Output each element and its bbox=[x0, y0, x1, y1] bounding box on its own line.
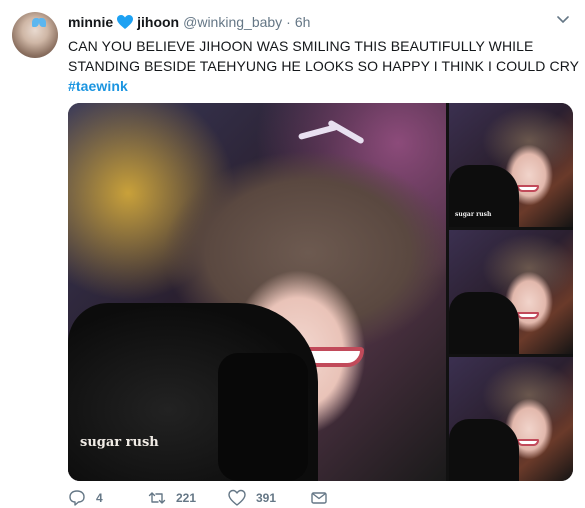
lens-shape bbox=[218, 353, 308, 481]
display-name[interactable]: minnie bbox=[68, 14, 113, 30]
camera-shape bbox=[449, 419, 519, 481]
tweet-text-line: STANDING BESIDE TAEHYUNG HE LOOKS SO HAP… bbox=[68, 58, 580, 74]
tweet-text: CAN YOU BELIEVE JIHOON WAS SMILING THIS … bbox=[68, 36, 580, 96]
user-handle[interactable]: @winking_baby bbox=[183, 14, 282, 30]
timestamp[interactable]: 6h bbox=[295, 14, 311, 30]
hashtag-link[interactable]: #taewink bbox=[68, 76, 568, 96]
heart-outline-icon bbox=[228, 489, 246, 506]
ribbon-shape bbox=[298, 121, 368, 151]
thumbnail-photo[interactable] bbox=[449, 230, 573, 354]
smile-shape bbox=[517, 185, 539, 192]
reply-count: 4 bbox=[96, 491, 103, 505]
retweet-button[interactable]: 221 bbox=[148, 488, 196, 508]
tweet-header: minnie jihoon @winking_baby · 6h bbox=[68, 12, 310, 32]
thumbnail-photo[interactable] bbox=[449, 357, 573, 481]
reply-button[interactable]: 4 bbox=[68, 488, 103, 508]
media-grid: sugar rush sugar rush bbox=[68, 103, 573, 481]
retweet-count: 221 bbox=[176, 491, 197, 505]
thumbnail-photo[interactable]: sugar rush bbox=[449, 103, 573, 227]
smile-shape bbox=[517, 439, 539, 446]
tweet-text-line: CAN YOU BELIEVE JIHOON WAS SMILING THIS … bbox=[68, 38, 534, 54]
like-count: 391 bbox=[256, 491, 277, 505]
thumbnail-column: sugar rush bbox=[449, 103, 573, 481]
smile-shape bbox=[517, 312, 539, 319]
separator-dot: · bbox=[286, 14, 291, 30]
photo-caption: sugar rush bbox=[80, 435, 159, 450]
reply-icon bbox=[69, 490, 85, 506]
display-name-suffix[interactable]: jihoon bbox=[137, 14, 179, 30]
tweet: minnie jihoon @winking_baby · 6h CAN YOU… bbox=[0, 0, 585, 508]
avatar[interactable] bbox=[12, 12, 58, 58]
blue-heart-icon bbox=[117, 14, 134, 29]
thumbnail-caption: sugar rush bbox=[455, 211, 492, 218]
main-photo[interactable]: sugar rush bbox=[68, 103, 446, 481]
bow-icon bbox=[32, 18, 46, 27]
chevron-down-icon[interactable] bbox=[557, 16, 569, 24]
retweet-icon bbox=[148, 492, 166, 504]
like-button[interactable]: 391 bbox=[228, 488, 276, 508]
camera-shape bbox=[449, 292, 519, 354]
envelope-icon bbox=[311, 492, 327, 504]
direct-message-button[interactable] bbox=[310, 488, 328, 508]
